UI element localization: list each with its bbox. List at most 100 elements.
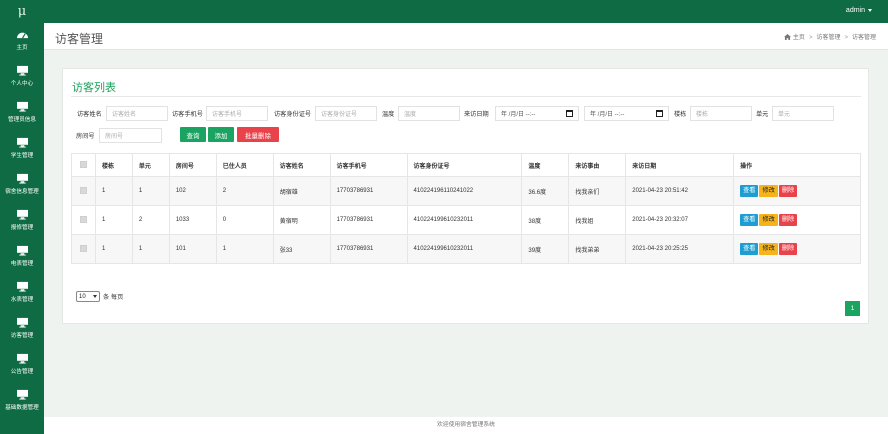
sidebar-item-label: 报修管理: [10, 225, 34, 231]
column-header: 单元: [131, 153, 170, 177]
edit-button[interactable]: 修改: [759, 214, 778, 226]
add-button[interactable]: 添加: [208, 127, 234, 142]
monitor-icon: [16, 281, 28, 292]
sidebar-item-electric[interactable]: 电表管理: [0, 245, 44, 275]
breadcrumb: 主页 > 访客管理 > 访客管理: [783, 32, 876, 41]
batch-delete-button[interactable]: 批量删除: [237, 127, 279, 142]
row-checkbox[interactable]: [80, 186, 87, 194]
cell-room: 1033: [168, 205, 217, 235]
visitor-table: 楼栋 单元 房间号 已住人员 访客姓名 访客手机号 访客身份证号 温度 来访事由…: [71, 153, 861, 264]
monitor-icon: [16, 353, 28, 364]
cell-reason: 找我亲们: [568, 176, 627, 206]
cell-actions: 查看 修改 删除: [733, 234, 861, 264]
unit-input[interactable]: 单元: [772, 106, 834, 121]
visitor-list-card: 访客列表 访客姓名 访客姓名 访客手机号 访客手机号 访客身份证号 访客身份证号…: [62, 68, 869, 324]
cell-visitor-id: 410224199610232011: [406, 205, 523, 235]
cell-reason: 找我弟弟: [568, 234, 627, 264]
visitor-id-input[interactable]: 访客身份证号: [315, 106, 377, 121]
unit-label: 单元: [756, 111, 769, 118]
column-header: 访客手机号: [329, 153, 408, 177]
visit-date-to-input[interactable]: 年 /月/日 --:--: [584, 106, 669, 121]
cell-room: 101: [168, 234, 217, 264]
date-from-value: 年 /月/日 --:--: [501, 112, 536, 118]
monitor-icon: [16, 101, 28, 112]
table-row: 1 2 1033 0 黄宿明 17703786931 4102241996102…: [71, 205, 861, 235]
user-name: admin: [845, 7, 865, 14]
row-select-cell: [71, 176, 96, 206]
page-title: 访客管理: [55, 32, 104, 46]
cell-visit-date: 2021-04-23 20:25:25: [625, 234, 735, 264]
room-label: 房间号: [76, 133, 95, 140]
sidebar-item-dorms[interactable]: 宿舍信息管理: [0, 173, 44, 203]
column-header: 访客身份证号: [406, 153, 523, 177]
breadcrumb-home[interactable]: 主页: [793, 35, 805, 41]
row-select-cell: [71, 205, 96, 235]
visitor-phone-input[interactable]: 访客手机号: [206, 106, 268, 121]
sidebar-item-home[interactable]: 主页: [0, 29, 44, 59]
cell-building: 1: [94, 205, 133, 235]
visit-date-from-input[interactable]: 年 /月/日 --:--: [495, 106, 579, 121]
cell-visitor-id: 410224199610232011: [406, 234, 523, 264]
cell-reason: 找我姐: [568, 205, 627, 235]
user-menu[interactable]: admin: [846, 7, 872, 14]
cell-temperature: 39度: [521, 234, 570, 264]
cell-visitor-phone: 17703786931: [329, 205, 408, 235]
column-header: 来访日期: [625, 153, 735, 177]
edit-button[interactable]: 修改: [759, 185, 778, 197]
row-checkbox[interactable]: [80, 244, 87, 252]
delete-button[interactable]: 删除: [778, 185, 798, 197]
visitor-name-input[interactable]: 访客姓名: [106, 106, 168, 121]
cell-actions: 查看 修改 删除: [733, 205, 861, 235]
search-button[interactable]: 查询: [180, 127, 206, 142]
sidebar-item-admins[interactable]: 管理员信息: [0, 101, 44, 131]
column-header: 房间号: [168, 153, 217, 177]
table-row: 1 1 101 1 张33 17703786931 41022419961023…: [71, 234, 861, 264]
sidebar-item-notices[interactable]: 公告管理: [0, 353, 44, 383]
temperature-input[interactable]: 温度: [398, 106, 460, 121]
sidebar-item-repairs[interactable]: 报修管理: [0, 209, 44, 239]
calendar-icon[interactable]: [566, 110, 573, 117]
sidebar-item-base-data[interactable]: 基础数据管理: [0, 389, 44, 419]
main-content: 访客管理 主页 > 访客管理 > 访客管理 访客列表 访客姓名 访客姓名 访客手机号 访…: [44, 23, 888, 434]
row-checkbox[interactable]: [80, 215, 87, 223]
monitor-icon: [16, 209, 28, 220]
cell-visit-date: 2021-04-23 20:32:07: [625, 205, 735, 235]
sidebar-item-students[interactable]: 学生管理: [0, 137, 44, 167]
sidebar-item-label: 学生管理: [10, 153, 34, 159]
visitor-name-label: 访客姓名: [77, 111, 102, 118]
chevron-down-icon: [93, 295, 97, 298]
building-input[interactable]: 楼栋: [690, 106, 752, 121]
calendar-icon[interactable]: [656, 110, 663, 117]
caret-down-icon: [868, 8, 872, 12]
monitor-icon: [16, 137, 28, 148]
breadcrumb-separator: >: [808, 35, 813, 41]
page-button-current[interactable]: 1: [845, 301, 860, 316]
page-size-select[interactable]: 10: [76, 291, 100, 302]
delete-button[interactable]: 删除: [778, 214, 798, 226]
cell-visitor-name: 黄宿明: [272, 205, 331, 235]
room-input[interactable]: 房间号: [99, 128, 162, 143]
sidebar-item-visitors[interactable]: 访客管理: [0, 317, 44, 347]
select-all-cell: [71, 153, 96, 177]
select-all-checkbox[interactable]: [80, 160, 87, 168]
cell-residents: 1: [215, 234, 274, 264]
date-to-value: 年 /月/日 --:--: [590, 112, 625, 118]
page-size-value: 10: [79, 293, 86, 300]
column-header: 已住人员: [215, 153, 274, 177]
card-title: 访客列表: [72, 82, 116, 94]
delete-button[interactable]: 删除: [778, 243, 798, 255]
cell-unit: 1: [131, 234, 170, 264]
sidebar-item-label: 水表管理: [10, 297, 34, 303]
breadcrumb-section[interactable]: 访客管理: [816, 35, 840, 41]
edit-button[interactable]: 修改: [759, 243, 778, 255]
monitor-icon: [16, 173, 28, 184]
sidebar-item-label: 公告管理: [10, 369, 34, 375]
row-select-cell: [71, 234, 96, 264]
home-icon: [783, 34, 791, 40]
view-button[interactable]: 查看: [740, 214, 759, 226]
sidebar-item-profile[interactable]: 个人中心: [0, 65, 44, 95]
view-button[interactable]: 查看: [740, 185, 759, 197]
view-button[interactable]: 查看: [740, 243, 759, 255]
column-header: 操作: [733, 153, 861, 177]
sidebar-item-water[interactable]: 水表管理: [0, 281, 44, 311]
